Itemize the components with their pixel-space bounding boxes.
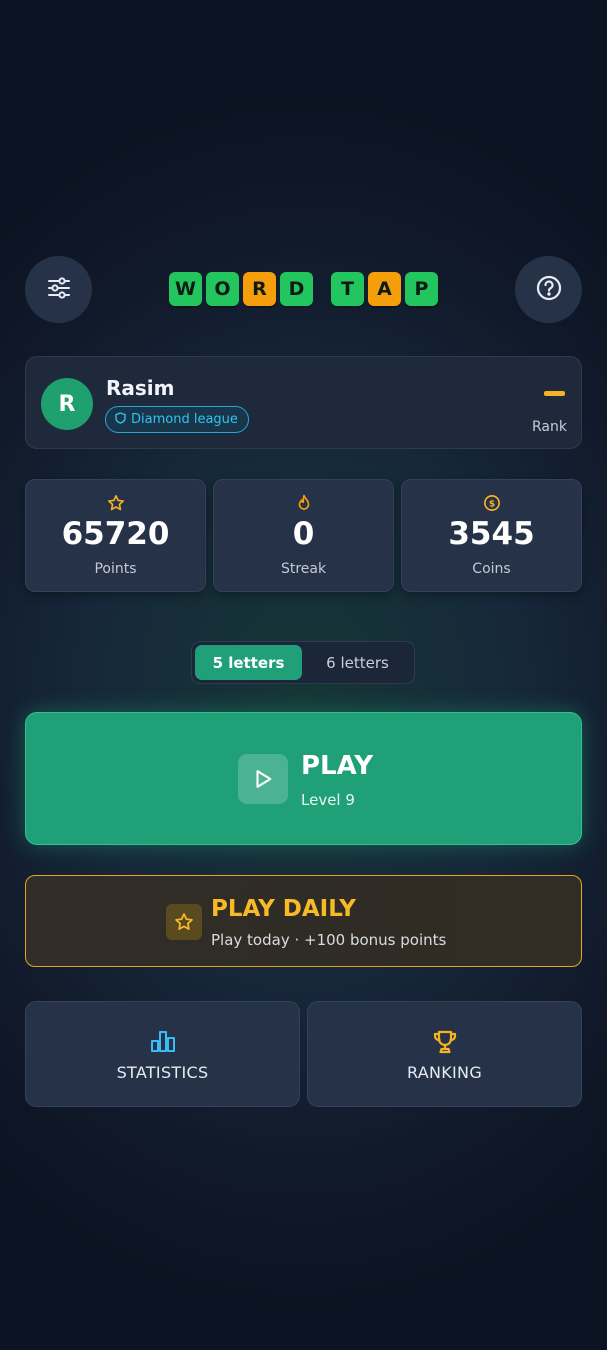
logo-tile: W	[169, 272, 202, 306]
logo-tile: O	[206, 272, 239, 306]
avatar: R	[41, 378, 93, 430]
letter-count-toggle: 5 letters 6 letters	[191, 641, 415, 684]
points-value: 65720	[61, 516, 170, 552]
statistics-button[interactable]: STATISTICS	[25, 1001, 300, 1107]
coins-stat-card: $ 3545 Coins	[401, 479, 582, 592]
six-letters-option[interactable]: 6 letters	[304, 645, 411, 680]
streak-value: 0	[292, 516, 315, 552]
ranking-button[interactable]: RANKING	[307, 1001, 582, 1107]
settings-button[interactable]	[25, 256, 92, 323]
coins-value: 3545	[448, 516, 535, 552]
league-badge: Diamond league	[105, 406, 249, 433]
points-stat-card: 65720 Points	[25, 479, 206, 592]
player-name: Rasim	[106, 376, 175, 400]
logo-tile: P	[405, 272, 438, 306]
five-letters-option[interactable]: 5 letters	[195, 645, 302, 680]
svg-text:$: $	[488, 499, 494, 509]
play-daily-button[interactable]: PLAY DAILY Play today · +100 bonus point…	[25, 875, 582, 967]
star-icon	[26, 494, 205, 512]
streak-stat-card: 0 Streak	[213, 479, 394, 592]
play-level: Level 9	[301, 791, 355, 809]
logo-tile: T	[331, 272, 364, 306]
points-label: Points	[94, 561, 137, 577]
daily-title: PLAY DAILY	[211, 896, 356, 922]
logo-tile: R	[243, 272, 276, 306]
bar-chart-icon	[26, 1029, 299, 1053]
daily-subtitle: Play today · +100 bonus points	[211, 931, 447, 949]
sliders-icon	[46, 275, 72, 305]
question-circle-icon	[535, 274, 563, 306]
statistics-label: STATISTICS	[116, 1063, 209, 1082]
play-title: PLAY	[301, 751, 374, 781]
logo-tile: D	[280, 272, 313, 306]
league-label: Diamond league	[131, 412, 238, 427]
flame-icon	[214, 494, 393, 512]
star-icon	[166, 904, 202, 940]
play-button[interactable]: PLAY Level 9	[25, 712, 582, 845]
app-logo: W O R D T A P	[169, 272, 438, 306]
profile-card[interactable]: R Rasim Diamond league Rank	[25, 356, 582, 449]
streak-label: Streak	[280, 561, 327, 577]
rank-label: Rank	[532, 419, 567, 435]
coin-icon: $	[402, 494, 581, 512]
logo-tile: A	[368, 272, 401, 306]
ranking-label: RANKING	[406, 1063, 483, 1082]
trophy-icon	[308, 1029, 581, 1055]
help-button[interactable]	[515, 256, 582, 323]
shield-icon	[115, 411, 126, 428]
rank-value	[544, 391, 565, 396]
coins-label: Coins	[472, 561, 511, 577]
play-icon	[238, 754, 288, 804]
